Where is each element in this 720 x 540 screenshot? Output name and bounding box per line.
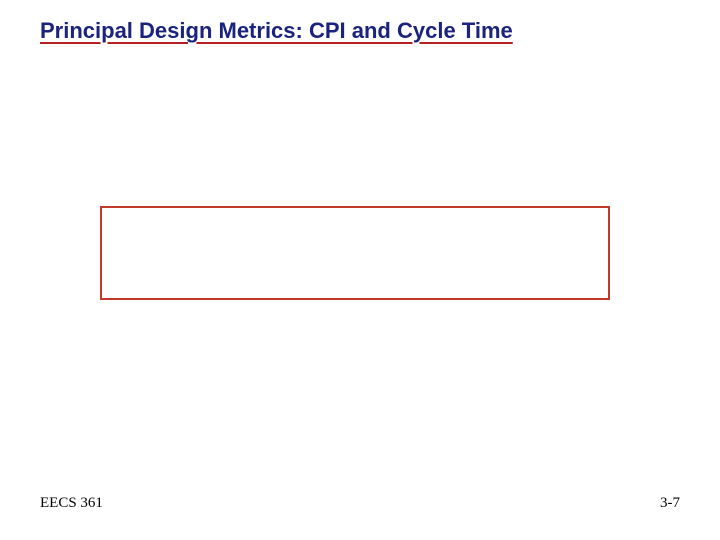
slide-title: Principal Design Metrics: CPI and Cycle … (40, 18, 513, 44)
slide: Principal Design Metrics: CPI and Cycle … (0, 0, 720, 540)
footer-page-number: 3-7 (660, 495, 680, 512)
footer-course: EECS 361 (40, 495, 103, 512)
highlight-box (100, 206, 610, 300)
